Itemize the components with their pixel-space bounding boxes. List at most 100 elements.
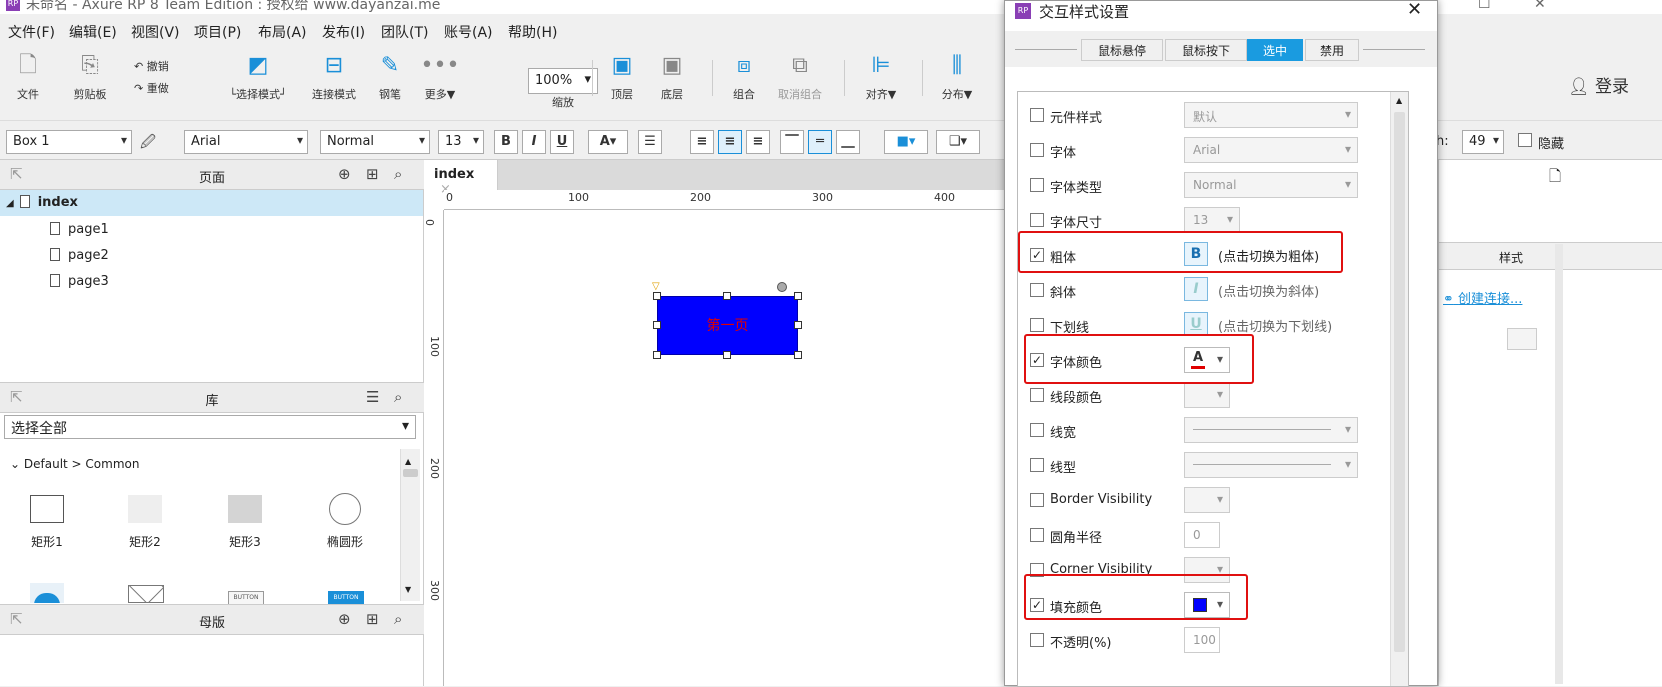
box-widget[interactable]: 第一页 [657, 296, 798, 355]
checkbox[interactable] [1030, 283, 1044, 297]
menu-icon[interactable]: ☰ [366, 388, 379, 406]
menu-help[interactable]: 帮助(H) [508, 22, 557, 42]
hide-checkbox[interactable] [1518, 133, 1532, 147]
menu-layout[interactable]: 布局(A) [258, 22, 307, 42]
valign-middle-button[interactable]: ═ [808, 130, 832, 154]
shadow-button[interactable]: ❑▾ [936, 130, 980, 154]
align-button[interactable]: ⊫ 对齐▼ [856, 50, 906, 102]
expand-icon[interactable]: ◢ [6, 198, 14, 209]
tab-style[interactable]: 样式 [1499, 249, 1523, 266]
zoom-select[interactable]: 100% ▾ [528, 68, 598, 94]
close-icon[interactable]: ✕ [1407, 0, 1422, 20]
corner-radius-input[interactable]: 0 [1184, 522, 1220, 548]
bring-to-front-button[interactable]: ▣ 顶层 [602, 50, 642, 102]
resize-handle[interactable] [794, 351, 802, 359]
checkbox[interactable] [1030, 388, 1044, 402]
tab-selected[interactable]: 选中 [1247, 39, 1303, 61]
dialog-scrollbar[interactable]: ▲ [1390, 92, 1408, 686]
group-button[interactable]: ⧈ 组合 [724, 50, 764, 102]
widget-style-icon[interactable]: 🖉 [140, 132, 156, 157]
resize-handle[interactable] [723, 351, 731, 359]
add-page-icon[interactable]: ⊕ [338, 165, 351, 183]
font-color-button[interactable]: A▾ [588, 130, 628, 154]
height-input[interactable]: 49 [1462, 130, 1504, 154]
resize-handle[interactable] [794, 292, 802, 300]
line-width-select[interactable] [1184, 417, 1358, 443]
tab-mouse-hover[interactable]: 鼠标悬停 [1081, 39, 1163, 61]
checkbox[interactable] [1030, 318, 1044, 332]
send-to-back-button[interactable]: ▣ 底层 [652, 50, 692, 102]
font-family-select[interactable]: Arial [184, 130, 308, 154]
font-size-select[interactable]: 13 [1184, 207, 1240, 233]
valign-top-button[interactable]: ⎺ [780, 130, 804, 154]
page-notes-icon[interactable]: 🗋 [1549, 166, 1561, 191]
valign-bottom-button[interactable]: ⎽ [836, 130, 860, 154]
tab-mouse-down[interactable]: 鼠标按下 [1165, 39, 1247, 61]
rotate-handle-icon[interactable]: ▽ [652, 281, 660, 292]
page-item-page3[interactable]: page3 [50, 274, 109, 289]
checkbox[interactable] [1030, 493, 1044, 507]
collapse-icon[interactable]: ⇱ [10, 610, 23, 628]
opacity-input[interactable]: 100 [1184, 627, 1220, 653]
widget-style-select[interactable]: 默认 [1184, 102, 1358, 128]
distribute-button[interactable]: ⫼ 分布▼ [932, 50, 982, 102]
add-master-icon[interactable]: ⊕ [338, 610, 351, 628]
search-icon[interactable]: ⌕ [394, 610, 402, 628]
library-item-rect1[interactable]: 矩形1 [12, 495, 82, 550]
page-item-index[interactable]: ◢ index [0, 190, 423, 216]
collapse-icon[interactable]: ⇱ [10, 165, 23, 183]
checkbox[interactable] [1030, 633, 1044, 647]
menu-view[interactable]: 视图(V) [131, 22, 180, 42]
align-right-button[interactable]: ≡ [746, 130, 770, 154]
menu-team[interactable]: 团队(T) [381, 22, 428, 42]
italic-button[interactable]: I [522, 130, 546, 154]
pen-button[interactable]: ✎ 钢笔 [372, 50, 408, 102]
search-icon[interactable]: ⌕ [394, 165, 402, 183]
menu-publish[interactable]: 发布(I) [322, 22, 365, 42]
button-widget[interactable]: BUTTON [228, 591, 264, 605]
align-center-button[interactable]: ≡ [718, 130, 742, 154]
login-button[interactable]: 👤︎ 登录 [1568, 72, 1629, 97]
checkbox[interactable] [1030, 178, 1044, 192]
collapse-icon[interactable]: ⇱ [10, 388, 23, 406]
primary-button-widget[interactable]: BUTTON [328, 591, 364, 605]
font-select[interactable]: Arial [1184, 137, 1358, 163]
inspector-scrollbar[interactable] [1555, 244, 1563, 684]
redo-button[interactable]: ↷ 重做 [134, 80, 194, 96]
underline-button[interactable]: U [550, 130, 574, 154]
close-window-icon[interactable]: ✕ [1534, 0, 1546, 12]
font-type-select[interactable]: Normal [320, 130, 430, 154]
italic-icon[interactable]: I [1184, 277, 1208, 301]
checkbox[interactable] [1030, 528, 1044, 542]
menu-project[interactable]: 项目(P) [194, 22, 241, 42]
border-visibility-select[interactable] [1184, 487, 1230, 513]
widget-name-select[interactable]: Box 1 [6, 130, 132, 154]
resize-handle[interactable] [794, 321, 802, 329]
resize-handle[interactable] [653, 351, 661, 359]
add-folder-icon[interactable]: ⊞ [366, 610, 379, 628]
design-canvas[interactable]: index × 0 100 200 300 400 0 100 200 300 [423, 160, 1004, 686]
library-group[interactable]: ⌄ Default > Common [10, 457, 139, 471]
font-size-select[interactable]: 13 [438, 130, 484, 154]
undo-button[interactable]: ↶ 撤销 [134, 58, 194, 74]
search-icon[interactable]: ⌕ [394, 388, 402, 406]
checkbox[interactable] [1030, 423, 1044, 437]
link-action-button[interactable] [1507, 328, 1537, 350]
library-item-rect2[interactable]: 矩形2 [110, 495, 180, 550]
scrollbar-thumb[interactable] [403, 469, 418, 477]
page-item-page1[interactable]: page1 [50, 222, 109, 237]
resize-handle[interactable] [723, 292, 731, 300]
file-button[interactable]: 🗋 文件 [8, 50, 48, 102]
create-link[interactable]: ⚭ 创建连接... [1443, 288, 1522, 307]
scrollbar-thumb[interactable] [1394, 112, 1405, 652]
add-folder-icon[interactable]: ⊞ [366, 165, 379, 183]
clipboard-button[interactable]: ⎘ 剪贴板 [62, 50, 118, 102]
line-style-select[interactable] [1184, 452, 1358, 478]
library-item-ellipse[interactable]: 椭圆形 [310, 493, 380, 550]
library-filter-select[interactable]: 选择全部 ▾ [4, 415, 416, 439]
library-item-rect3[interactable]: 矩形3 [210, 495, 280, 550]
checkbox[interactable] [1030, 458, 1044, 472]
more-button[interactable]: ••• 更多▼ [420, 50, 460, 102]
email-icon[interactable] [128, 585, 164, 603]
bullet-list-button[interactable]: ☰ [638, 130, 662, 154]
